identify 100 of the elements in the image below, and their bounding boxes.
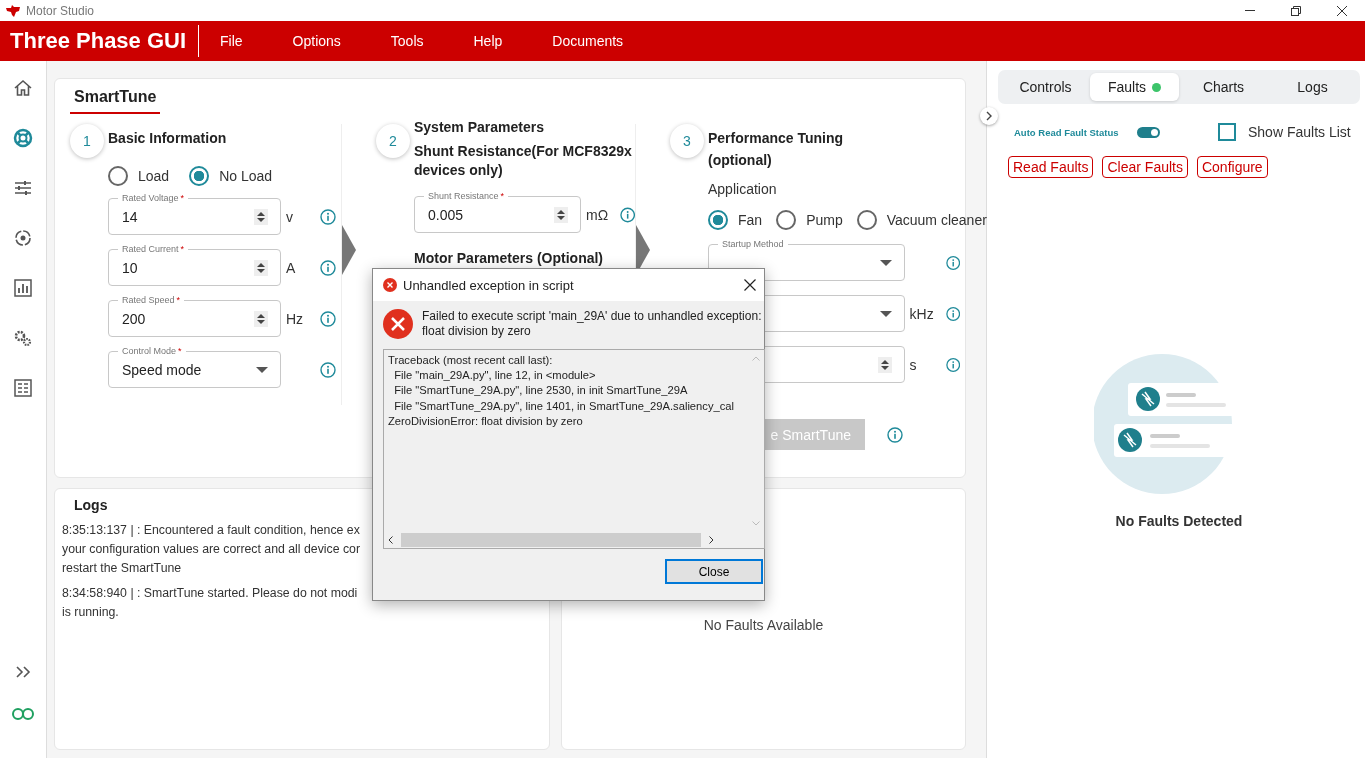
spinner-icon[interactable] [554,206,569,223]
action-button[interactable]: Configure [1196,156,1268,178]
panel-tab[interactable]: Controls [1001,73,1090,101]
traceback-line: File "SmartTune_29A.py", line 2530, in init SmartTune_29A [393,383,688,399]
step-number: 3 [670,124,704,158]
info-icon[interactable] [945,305,960,322]
step-number: 2 [376,124,410,158]
field-value: 10 [122,259,138,276]
field-label: Rated Current * [118,243,189,255]
radio-option[interactable]: Load [108,166,170,186]
step-number: 1 [70,124,104,158]
chart-icon[interactable] [13,278,33,298]
empty-state-text: No Faults Detected [1115,513,1243,529]
smarttune-tab[interactable]: SmartTune [70,88,161,114]
group-label: Application [708,181,778,197]
info-icon[interactable] [945,356,960,373]
traceback-line: File "SmartTune_29A.py", line 1401, in SmartTune_29A.saliency_cal [393,398,735,414]
sliders-icon[interactable] [13,178,33,198]
section-title: Motor Parameters (Optional) [414,249,605,268]
field-label: Control Mode * [118,345,186,357]
expand-icon[interactable] [15,666,31,678]
traceback-line: Traceback (most recent call last): [388,353,553,368]
unit-label: A [285,259,297,276]
action-button[interactable]: Read Faults [1008,156,1094,178]
gears-icon[interactable] [13,328,33,348]
panel-tab[interactable]: Faults [1090,73,1179,101]
empty-state-text: No Faults Available [703,617,824,633]
field-label: Rated Voltage * [118,192,189,204]
spinner-icon[interactable] [877,356,892,373]
field-label: Shunt Resistance * [424,190,509,202]
panel-tab[interactable]: Logs [1268,73,1357,101]
info-icon[interactable] [887,426,903,443]
field-label: Rated Speed * [118,294,185,306]
info-icon[interactable] [320,259,336,276]
error-icon [383,278,397,292]
spinner-icon[interactable] [254,208,268,225]
menu-item[interactable]: Options [292,33,341,49]
window-title: Motor Studio [26,3,95,18]
toggle-label: Auto Read Fault Status [1014,126,1120,138]
close-icon[interactable] [1337,5,1347,16]
unit-label: Hz [285,310,305,327]
caret-icon[interactable] [879,310,892,317]
step-title: Performance Tuning (optional) [708,129,845,170]
error-message: Failed to execute script 'main_29A' due to unhandled exception: float division by zero [422,309,762,339]
link-icon[interactable] [12,708,34,720]
field-value: 0.005 [428,206,464,223]
lifebuoy-icon[interactable] [13,128,33,148]
info-icon[interactable] [320,208,336,225]
radio-option[interactable]: Fan [708,210,763,230]
unit-label: v [285,208,294,225]
step-title: System Parameters [414,118,544,137]
collapse-button[interactable] [980,107,998,125]
action-button[interactable]: Clear Faults [1102,156,1188,178]
home-icon[interactable] [13,78,33,98]
log-entry: 8:35:13:137 | : Encountered a fault condition, hence ex your configuration values are correct and all device cor restart the SmartTune [62,522,360,577]
spinner-icon[interactable] [254,259,268,276]
dashboard-icon[interactable] [13,378,33,398]
step-arrow-icon [342,224,356,275]
unit-label: mΩ [585,206,610,223]
caret-icon[interactable] [879,259,892,266]
app-brand: Three Phase GUI [9,28,188,54]
app-logo-icon [5,3,21,18]
scroll-right-icon[interactable] [709,536,714,544]
unit-label: s [908,356,918,373]
menu-item[interactable]: Documents [552,33,624,49]
menu-item[interactable]: Help [473,33,503,49]
close-button[interactable]: Close [665,559,763,584]
radio-option[interactable]: Vacuum cleaner [856,210,987,230]
dialog-title: Unhandled exception in script [403,277,574,293]
toggle-switch[interactable] [1137,126,1160,138]
info-icon[interactable] [320,310,336,327]
unit-label: kHz [908,305,935,322]
chevron-right-icon [986,111,992,121]
menu-item[interactable]: Tools [390,33,424,49]
restore-icon[interactable] [1291,5,1301,16]
traceback-line: File "main_29A.py", line 12, in <module> [393,368,596,384]
info-icon[interactable] [320,361,336,378]
field-value: 14 [122,208,138,225]
close-icon[interactable] [744,279,756,291]
field-value: 200 [122,310,146,327]
field-value: Speed mode [122,361,202,378]
step-title: Basic Information [108,129,227,148]
traceback-line: ZeroDivisionError: float division by zero [388,413,583,429]
caret-icon[interactable] [256,366,268,373]
info-icon[interactable] [945,254,960,271]
rotate-icon[interactable] [13,228,33,248]
error-icon [383,309,413,339]
logs-title: Logs [74,497,109,513]
radio-option[interactable]: Pump [776,210,843,230]
radio-option[interactable]: No Load [189,166,273,186]
scroll-left-icon[interactable] [388,536,393,544]
section-title: Shunt Resistance(For MCF8329x devices only) [414,142,633,180]
info-icon[interactable] [619,206,635,223]
field-label: Startup Method [718,238,788,250]
checkbox-label: Show Faults List [1248,124,1351,140]
spinner-icon[interactable] [254,310,268,327]
menu-item[interactable]: File [220,33,243,49]
log-entry: 8:34:58:940 | : SmartTune started. Please do not modi is running. [62,585,358,621]
panel-tab[interactable]: Charts [1179,73,1268,101]
checkbox[interactable] [1218,123,1236,141]
